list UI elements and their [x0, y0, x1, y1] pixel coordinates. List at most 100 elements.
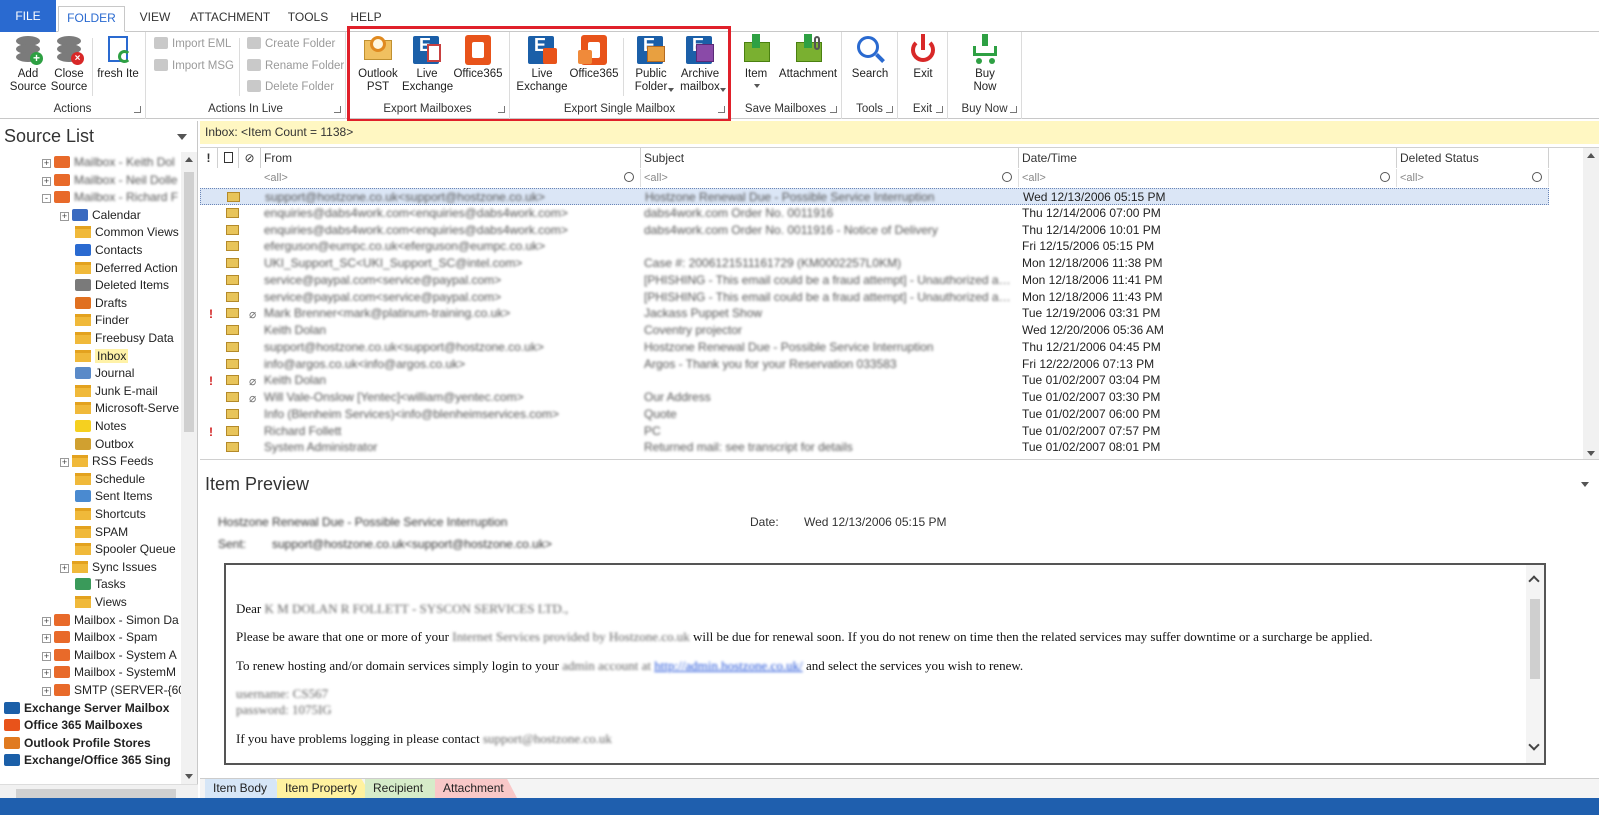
tree-item[interactable]: Freebusy Data: [60, 330, 174, 347]
message-body[interactable]: Dear K M DOLAN R FOLLETT - SYSCON SERVIC…: [224, 563, 1546, 765]
group-launcher-icon[interactable]: [886, 106, 893, 113]
export-outlook-pst-button[interactable]: Outlook PST: [354, 34, 402, 94]
message-row[interactable]: ! ⌀ Keith Dolan Tue 01/02/2007 03:04 PM: [200, 372, 1549, 389]
tab-view[interactable]: VIEW: [135, 6, 175, 32]
message-row[interactable]: info@argos.co.uk<info@argos.co.uk> Argos …: [200, 356, 1549, 373]
tree-item[interactable]: + Sync Issues: [60, 559, 157, 576]
close-source-button[interactable]: × Close Source: [48, 34, 90, 94]
deleted-status-column-header[interactable]: Deleted Status: [1397, 148, 1549, 168]
expand-icon[interactable]: +: [42, 687, 51, 696]
export-public-folder-button[interactable]: Public Folder: [626, 34, 676, 94]
create-folder-button[interactable]: Create Folder: [247, 35, 335, 53]
export-single-live-exchange-button[interactable]: Live Exchange: [514, 34, 570, 94]
tab-item-body[interactable]: Item Body: [205, 779, 285, 798]
expand-icon[interactable]: +: [42, 669, 51, 679]
tree-item[interactable]: + Mailbox - Spam: [42, 629, 157, 646]
tab-item-property[interactable]: Item Property: [277, 779, 373, 798]
list-scrollbar[interactable]: [1583, 148, 1599, 459]
tree-item[interactable]: Deleted Items: [60, 277, 169, 294]
tab-help[interactable]: HELP: [346, 6, 386, 32]
chevron-down-icon[interactable]: [177, 134, 187, 140]
tab-file[interactable]: FILE: [0, 0, 56, 32]
scroll-thumb[interactable]: [1530, 599, 1540, 679]
message-row[interactable]: Keith Dolan Coventry projector Wed 12/20/2…: [200, 322, 1549, 339]
message-row[interactable]: enquiries@dabs4work.com<enquiries@dabs4w…: [200, 222, 1549, 239]
message-row[interactable]: ! ⌀ Mark Brenner<mark@platinum-training.co…: [200, 305, 1549, 322]
tree-item[interactable]: + SMTP (SERVER-{60C: [42, 682, 181, 699]
tree-item[interactable]: Schedule: [60, 471, 145, 488]
tree-item[interactable]: Exchange Server Mailbox: [4, 700, 169, 717]
message-row[interactable]: ⌀ Will Vale-Onslow [Yentec]<william@yente…: [200, 389, 1549, 406]
tree-item[interactable]: + Mailbox - Keith Dol: [42, 154, 175, 171]
chevron-up-icon[interactable]: [1528, 575, 1540, 587]
tree-item[interactable]: Drafts: [60, 295, 127, 312]
expand-icon[interactable]: +: [42, 159, 51, 168]
tree-item[interactable]: Shortcuts: [60, 506, 146, 523]
tree-item[interactable]: Common Views: [60, 224, 179, 241]
tree-item[interactable]: Exchange/Office 365 Sing: [4, 752, 171, 769]
body-scrollbar[interactable]: [1526, 565, 1544, 763]
tree-item[interactable]: Contacts: [60, 242, 142, 259]
tab-tools[interactable]: TOOLS: [284, 6, 332, 32]
expand-icon[interactable]: +: [60, 458, 69, 468]
save-item-button[interactable]: Item: [736, 34, 776, 88]
export-single-office365-button[interactable]: Office365: [568, 34, 620, 81]
import-msg-button[interactable]: Import MSG: [154, 57, 234, 75]
chevron-down-icon[interactable]: [1528, 739, 1540, 751]
search-icon[interactable]: [624, 172, 634, 182]
tree-item[interactable]: Journal: [60, 365, 134, 382]
tree-item[interactable]: + Calendar: [60, 207, 141, 224]
import-eml-button[interactable]: Import EML: [154, 35, 231, 53]
collapse-icon[interactable]: -: [42, 194, 51, 204]
tree-item[interactable]: Notes: [60, 418, 126, 435]
scroll-up-icon[interactable]: [1587, 153, 1595, 158]
scroll-down-icon[interactable]: [1587, 451, 1595, 456]
search-icon[interactable]: [1532, 172, 1542, 182]
search-button[interactable]: Search: [846, 34, 894, 81]
tree-item[interactable]: Tasks: [60, 576, 126, 593]
tab-folder[interactable]: FOLDER: [58, 6, 125, 32]
tree-item[interactable]: Sent Items: [60, 488, 152, 505]
group-launcher-icon[interactable]: [334, 106, 341, 113]
type-column-header[interactable]: [218, 148, 239, 168]
expand-icon[interactable]: +: [42, 634, 51, 644]
message-row[interactable]: eferguson@eumpc.co.uk<eferguson@eumpc.co…: [200, 238, 1549, 255]
group-launcher-icon[interactable]: [718, 106, 725, 113]
from-column-header[interactable]: From: [261, 148, 641, 168]
scroll-up-icon[interactable]: [185, 157, 193, 162]
expand-icon[interactable]: +: [42, 651, 51, 661]
message-row[interactable]: enquiries@dabs4work.com<enquiries@dabs4w…: [200, 205, 1549, 222]
message-row[interactable]: ! Richard Follett PC Tue 01/02/2007 07:57 P…: [200, 423, 1549, 440]
scroll-thumb[interactable]: [184, 172, 194, 432]
message-row[interactable]: Info (Blenheim Services)<info@blenheimse…: [200, 406, 1549, 423]
add-source-button[interactable]: + Add Source: [6, 34, 50, 94]
tree-item[interactable]: Views: [60, 594, 127, 611]
delete-folder-button[interactable]: Delete Folder: [247, 78, 334, 96]
tree-item[interactable]: Outlook Profile Stores: [4, 735, 151, 752]
from-filter[interactable]: <all>: [261, 169, 641, 187]
tree-item[interactable]: + Mailbox - Simon Da: [42, 612, 179, 629]
message-row[interactable]: support@hostzone.co.uk<support@hostzone.…: [200, 188, 1549, 205]
expand-icon[interactable]: +: [60, 211, 69, 221]
tab-attachment-view[interactable]: Attachment: [435, 779, 517, 798]
subject-column-header[interactable]: Subject: [641, 148, 1019, 168]
group-launcher-icon[interactable]: [830, 106, 837, 113]
search-icon[interactable]: [1380, 172, 1390, 182]
tree-item[interactable]: - Mailbox - Richard F: [42, 189, 178, 206]
expand-icon[interactable]: +: [60, 563, 69, 573]
tree-item[interactable]: Office 365 Mailboxes: [4, 717, 143, 734]
group-launcher-icon[interactable]: [498, 106, 505, 113]
group-launcher-icon[interactable]: [936, 106, 943, 113]
message-row[interactable]: UKI_Support_SC<UKI_Support_SC@intel.com>…: [200, 255, 1549, 272]
tree-item[interactable]: Deferred Action: [60, 260, 178, 277]
tree-item[interactable]: + Mailbox - SystemM: [42, 664, 176, 681]
importance-column-icon[interactable]: !: [200, 148, 218, 168]
export-archive-mailbox-button[interactable]: Archive mailbox: [674, 34, 726, 94]
search-icon[interactable]: [1002, 172, 1012, 182]
tree-item[interactable]: Junk E-mail: [60, 383, 158, 400]
group-launcher-icon[interactable]: [134, 106, 141, 113]
date-column-header[interactable]: Date/Time: [1019, 148, 1397, 168]
tree-item[interactable]: Finder: [60, 312, 129, 329]
scroll-down-icon[interactable]: [185, 774, 193, 779]
deleted-status-filter[interactable]: <all>: [1397, 169, 1549, 187]
